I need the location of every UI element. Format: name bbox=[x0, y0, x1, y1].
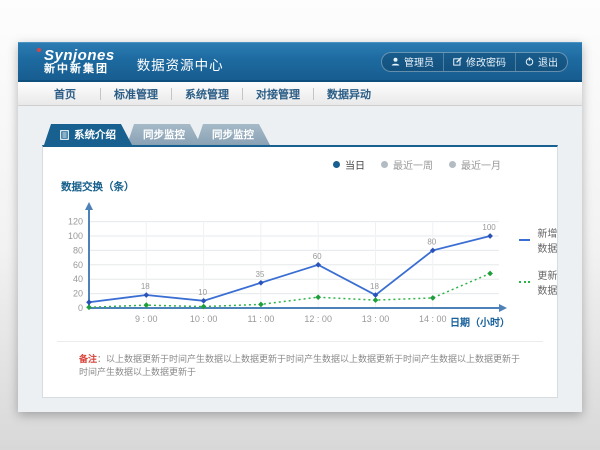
change-password-label: 修改密码 bbox=[466, 54, 506, 69]
legend-swatch-0 bbox=[519, 239, 530, 241]
change-password-button[interactable]: 修改密码 bbox=[443, 53, 515, 71]
chart-area: 数据交换（条） 0 20 40 60 80 100 120 9 : 00 10 : 00 11 :… bbox=[59, 179, 557, 335]
main-nav: 首页 标准管理 系统管理 对接管理 数据异动 bbox=[18, 82, 582, 106]
svg-text:日期（小时）: 日期（小时） bbox=[450, 316, 510, 329]
legend-item-new-data[interactable]: 新增数据 bbox=[519, 225, 558, 255]
svg-text:13 : 00: 13 : 00 bbox=[362, 314, 390, 324]
y-axis-title: 数据交换（条） bbox=[61, 179, 511, 194]
svg-text:20: 20 bbox=[73, 289, 83, 299]
current-user-button[interactable]: 管理员 bbox=[382, 53, 443, 71]
app-page: Synjones 新中新集团 数据资源中心 管理员 修改密码 退出 bbox=[18, 42, 582, 412]
tab-label: 同步监控 bbox=[212, 127, 254, 142]
svg-text:14 : 00: 14 : 00 bbox=[419, 314, 447, 324]
tab-system-intro[interactable]: 系统介绍 bbox=[44, 124, 132, 145]
tab-sync-monitor-2[interactable]: 同步监控 bbox=[196, 124, 270, 145]
footnote-body: ：以上数据更新于时间产生数据以上数据更新于时间产生数据以上数据更新于时间产生数据… bbox=[79, 354, 520, 377]
svg-text:12 : 00: 12 : 00 bbox=[304, 314, 332, 324]
svg-text:10 : 00: 10 : 00 bbox=[190, 314, 218, 324]
exchange-chart: 0 20 40 60 80 100 120 9 : 00 10 : 00 11 : 00 12 : … bbox=[59, 196, 511, 330]
tab-label: 系统介绍 bbox=[74, 127, 116, 142]
nav-item-interface-mgmt[interactable]: 对接管理 bbox=[243, 86, 313, 102]
radio-dot-icon bbox=[449, 161, 456, 168]
radio-last-month[interactable]: 最近一月 bbox=[449, 157, 501, 172]
user-actions: 管理员 修改密码 退出 bbox=[381, 52, 568, 72]
logo-accent-dot bbox=[37, 48, 41, 52]
user-icon bbox=[391, 57, 400, 66]
svg-text:0: 0 bbox=[78, 303, 83, 313]
page-title: 数据资源中心 bbox=[137, 54, 224, 74]
svg-text:60: 60 bbox=[313, 252, 322, 261]
tab-sync-monitor-1[interactable]: 同步监控 bbox=[127, 124, 201, 145]
svg-text:100: 100 bbox=[482, 223, 496, 232]
svg-text:9 : 00: 9 : 00 bbox=[135, 314, 158, 324]
document-icon bbox=[60, 130, 69, 140]
footnote: 备注：以上数据更新于时间产生数据以上数据更新于时间产生数据以上数据更新于时间产生… bbox=[57, 341, 543, 378]
content-area: 系统介绍 同步监控 同步监控 当日 最近一周 bbox=[18, 106, 582, 412]
company-logo: Synjones 新中新集团 bbox=[44, 48, 115, 75]
logo-text-cn: 新中新集团 bbox=[44, 64, 115, 76]
legend-label: 更新数据 bbox=[537, 267, 558, 297]
svg-text:100: 100 bbox=[68, 231, 83, 241]
radio-dot-icon bbox=[333, 161, 340, 168]
radio-dot-icon bbox=[381, 161, 388, 168]
app-header: Synjones 新中新集团 数据资源中心 管理员 修改密码 退出 bbox=[18, 42, 582, 82]
svg-text:40: 40 bbox=[73, 274, 83, 284]
nav-item-system-mgmt[interactable]: 系统管理 bbox=[172, 86, 242, 102]
legend-item-update-data[interactable]: 更新数据 bbox=[519, 267, 558, 297]
svg-text:120: 120 bbox=[68, 217, 83, 227]
tab-bar: 系统介绍 同步监控 同步监控 bbox=[44, 124, 582, 145]
radio-label: 当日 bbox=[345, 157, 365, 172]
period-filter: 当日 最近一周 最近一月 bbox=[333, 157, 501, 172]
nav-item-standard-mgmt[interactable]: 标准管理 bbox=[101, 86, 171, 102]
chart-legend: 新增数据 更新数据 bbox=[519, 225, 558, 335]
svg-text:60: 60 bbox=[73, 260, 83, 270]
svg-text:10: 10 bbox=[198, 288, 207, 297]
svg-text:80: 80 bbox=[73, 245, 83, 255]
radio-today[interactable]: 当日 bbox=[333, 157, 365, 172]
tab-label: 同步监控 bbox=[143, 127, 185, 142]
logout-label: 退出 bbox=[538, 54, 558, 69]
chart-panel: 当日 最近一周 最近一月 数据交换（条） 0 20 40 60 80 100 120 9 : … bbox=[42, 145, 558, 398]
svg-text:35: 35 bbox=[255, 270, 264, 279]
logo-text-en: Synjones bbox=[44, 48, 115, 64]
logout-button[interactable]: 退出 bbox=[515, 53, 567, 71]
legend-label: 新增数据 bbox=[537, 225, 558, 255]
radio-last-week[interactable]: 最近一周 bbox=[381, 157, 433, 172]
radio-label: 最近一月 bbox=[461, 157, 501, 172]
nav-item-home[interactable]: 首页 bbox=[30, 86, 100, 102]
svg-text:11 : 00: 11 : 00 bbox=[247, 314, 274, 324]
svg-text:80: 80 bbox=[427, 237, 436, 246]
svg-text:18: 18 bbox=[370, 282, 379, 291]
edit-icon bbox=[453, 57, 462, 66]
power-icon bbox=[525, 57, 534, 66]
svg-text:18: 18 bbox=[141, 282, 150, 291]
radio-label: 最近一周 bbox=[393, 157, 433, 172]
current-user-label: 管理员 bbox=[404, 54, 434, 69]
legend-swatch-1 bbox=[519, 281, 530, 283]
footnote-prefix: 备注 bbox=[79, 354, 97, 364]
nav-item-data-change[interactable]: 数据异动 bbox=[314, 86, 384, 102]
